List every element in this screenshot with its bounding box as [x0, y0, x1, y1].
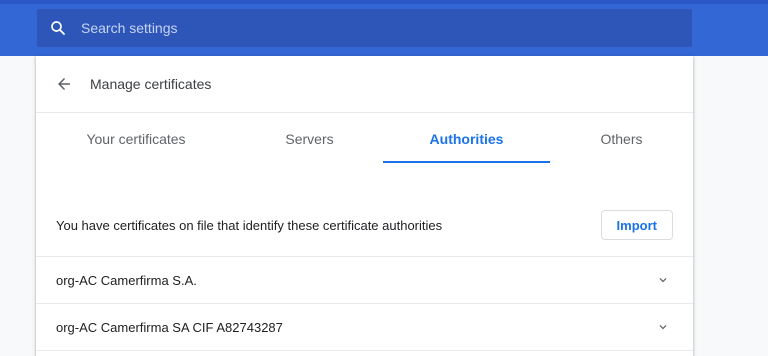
- authorities-intro-row: You have certificates on file that ident…: [36, 194, 693, 257]
- toolbar: [0, 0, 768, 56]
- chevron-down-icon[interactable]: [651, 315, 675, 339]
- certificate-tabs: Your certificates Servers Authorities Ot…: [36, 113, 693, 165]
- authorities-description: You have certificates on file that ident…: [56, 217, 443, 233]
- search-input[interactable]: [81, 20, 641, 36]
- arrow-back-icon: [58, 78, 70, 90]
- tab-authorities[interactable]: Authorities: [383, 113, 550, 165]
- search-box[interactable]: [37, 9, 692, 47]
- page-title: Manage certificates: [90, 76, 212, 92]
- subpage-header: Manage certificates: [36, 56, 693, 113]
- authority-name: org-AC Camerfirma S.A.: [56, 272, 197, 288]
- search-icon: [49, 19, 67, 37]
- import-button[interactable]: Import: [600, 210, 673, 240]
- list-item[interactable]: org-AC Camerfirma S.A.: [36, 257, 693, 304]
- tab-servers[interactable]: Servers: [236, 113, 383, 165]
- toolbar-edge: [0, 0, 768, 4]
- tab-your-certificates[interactable]: Your certificates: [36, 113, 236, 165]
- back-button[interactable]: [52, 72, 76, 96]
- manage-certificates-card: Manage certificates Your certificates Se…: [36, 56, 693, 356]
- active-tab-indicator: [383, 161, 550, 163]
- authorities-list: org-AC Camerfirma S.A. org-AC Camerfirma…: [36, 257, 693, 351]
- tab-others[interactable]: Others: [550, 113, 693, 165]
- list-item[interactable]: org-AC Camerfirma SA CIF A82743287: [36, 304, 693, 351]
- authority-name: org-AC Camerfirma SA CIF A82743287: [56, 319, 283, 335]
- chevron-down-icon[interactable]: [651, 268, 675, 292]
